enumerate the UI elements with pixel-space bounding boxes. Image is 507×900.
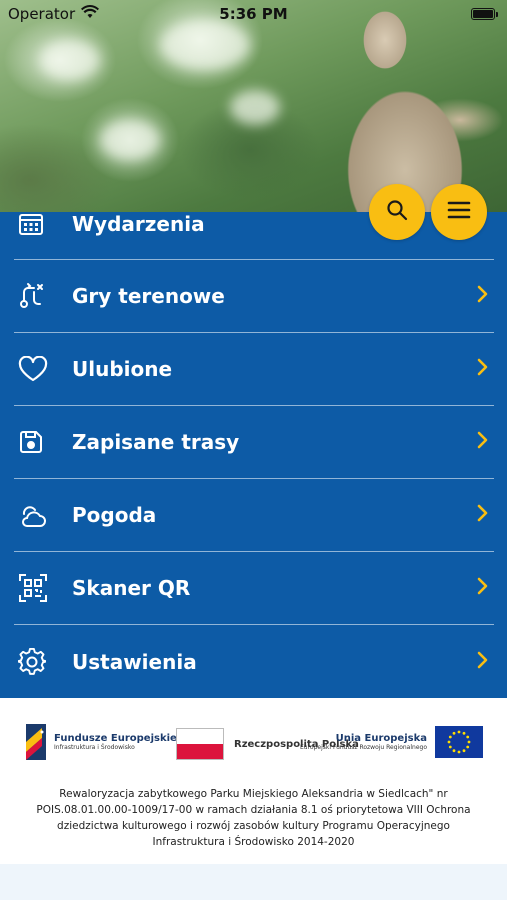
qr-scan-icon — [18, 573, 58, 603]
menu-item-field-games[interactable]: Gry terenowe — [14, 260, 494, 333]
menu-button[interactable] — [431, 184, 487, 240]
chevron-right-icon — [476, 285, 488, 307]
statue-image — [300, 0, 507, 215]
fe-logo-icon — [26, 724, 46, 760]
heart-icon — [18, 356, 58, 382]
battery-icon — [471, 8, 498, 20]
logo-fundusze-europejskie: Fundusze Europejskie Infrastruktura i Śr… — [24, 722, 177, 762]
menu-item-label: Wydarzenia — [72, 211, 205, 236]
status-bar: Operator 5:36 PM — [0, 0, 507, 28]
chevron-right-icon — [476, 504, 488, 526]
save-disk-icon — [18, 429, 58, 455]
menu-item-saved-routes[interactable]: Zapisane trasy — [14, 406, 494, 479]
search-icon — [386, 199, 408, 225]
ue-title: Unia Europejska — [335, 732, 427, 744]
bottom-band — [0, 864, 507, 900]
chevron-right-icon — [476, 358, 488, 380]
menu-item-label: Ustawienia — [72, 649, 197, 674]
menu-item-weather[interactable]: Pogoda — [14, 479, 494, 552]
status-time: 5:36 PM — [219, 5, 288, 23]
funding-statement: Rewaloryzacja zabytkowego Parku Miejskie… — [36, 788, 471, 848]
calendar-icon — [18, 211, 58, 237]
route-game-icon — [18, 282, 58, 310]
menu-item-label: Skaner QR — [72, 576, 191, 600]
main-menu: Wydarzenia Gry terenowe Ulubione Zapisan… — [0, 212, 507, 698]
app-screen: Operator 5:36 PM Wydarzenia Gry terenowe — [0, 0, 507, 900]
weather-cloud-icon — [18, 501, 58, 529]
search-button[interactable] — [369, 184, 425, 240]
hamburger-icon — [447, 200, 471, 224]
hero-photo — [0, 0, 507, 215]
menu-item-label: Gry terenowe — [72, 284, 225, 308]
ue-subtitle: Europejski Fundusz Rozwoju Regionalnego — [300, 743, 427, 751]
chevron-right-icon — [476, 577, 488, 599]
fe-subtitle: Infrastruktura i Środowisko — [54, 744, 135, 751]
funding-logos: Fundusze Europejskie Infrastruktura i Śr… — [0, 718, 507, 768]
polish-flag-icon — [176, 728, 224, 760]
menu-item-label: Pogoda — [72, 503, 157, 527]
gear-icon — [18, 647, 58, 676]
menu-item-label: Zapisane trasy — [72, 430, 240, 454]
menu-item-settings[interactable]: Ustawienia — [14, 625, 494, 698]
chevron-right-icon — [476, 651, 488, 673]
chevron-right-icon — [476, 431, 488, 453]
menu-item-qr-scanner[interactable]: Skaner QR — [14, 552, 494, 625]
menu-item-label: Ulubione — [72, 357, 173, 381]
menu-item-favorites[interactable]: Ulubione — [14, 333, 494, 406]
logo-unia-europejska: Unia Europejska Europejski Fundusz Rozwo… — [300, 726, 483, 758]
footer: Fundusze Europejskie Infrastruktura i Śr… — [0, 698, 507, 864]
eu-flag-icon — [435, 726, 483, 758]
fe-title: Fundusze Europejskie — [54, 733, 177, 744]
